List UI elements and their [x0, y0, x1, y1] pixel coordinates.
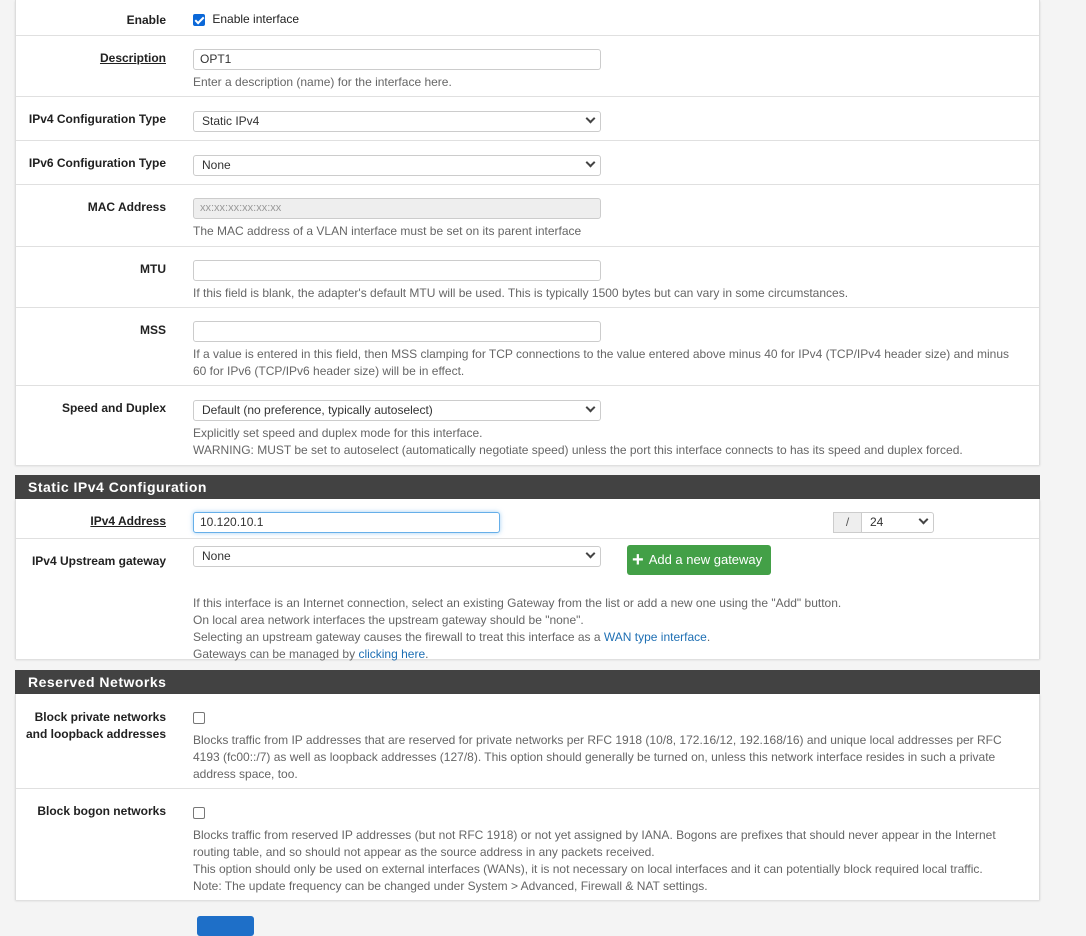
block-private-row: Block private networks and loopback addr…: [16, 694, 1039, 789]
static-ipv4-panel: IPv4 Address 10.120.10.1 / 24 IPv4 Upstr…: [15, 499, 1040, 661]
speed-duplex-value: Default (no preference, typically autose…: [202, 403, 433, 417]
block-private-checkbox[interactable]: [193, 711, 205, 724]
chevron-down-icon: [585, 548, 596, 559]
gateway-help-3: Selecting an upstream gateway causes the…: [193, 630, 711, 644]
block-bogon-checkbox[interactable]: [193, 806, 205, 819]
chevron-down-icon: [918, 514, 929, 525]
ipv4-address-input[interactable]: 10.120.10.1: [193, 512, 500, 533]
chevron-down-icon: [585, 402, 596, 413]
mtu-help: If this field is blank, the adapter's de…: [193, 286, 849, 300]
description-label: Description: [99, 51, 166, 65]
ipv4-type-select[interactable]: Static IPv4: [193, 111, 601, 132]
mac-help: The MAC address of a VLAN interface must…: [193, 224, 582, 238]
ipv4-type-value: Static IPv4: [202, 114, 260, 128]
block-bogon-help-1: Blocks traffic from reserved IP addresse…: [193, 828, 996, 859]
cidr-separator: /: [833, 512, 861, 533]
cidr-select[interactable]: 24: [861, 512, 934, 533]
ipv6-type-label: IPv6 Configuration Type: [28, 156, 166, 170]
ipv4-gateway-select[interactable]: None: [193, 546, 601, 567]
speed-duplex-warning: WARNING: MUST be set to autoselect (auto…: [193, 443, 963, 457]
ipv6-type-select[interactable]: None: [193, 155, 601, 176]
block-bogon-help-2: This option should only be used on exter…: [193, 862, 983, 876]
mss-row: MSS If a value is entered in this field,…: [16, 308, 1039, 386]
general-config-panel: Enable Enable interface Description OPT1…: [15, 0, 1040, 465]
speed-duplex-row: Speed and Duplex Default (no preference,…: [16, 386, 1039, 465]
speed-duplex-select[interactable]: Default (no preference, typically autose…: [193, 400, 601, 421]
ipv4-type-label: IPv4 Configuration Type: [28, 112, 166, 126]
mss-help: If a value is entered in this field, the…: [193, 347, 1009, 378]
ipv4-address-row: IPv4 Address 10.120.10.1 / 24: [16, 499, 1039, 539]
enable-row: Enable Enable interface: [16, 0, 1039, 36]
enable-interface-label: Enable interface: [212, 12, 300, 26]
block-bogon-row: Block bogon networks Blocks traffic from…: [16, 789, 1039, 900]
mac-row: MAC Address xx:xx:xx:xx:xx:xx The MAC ad…: [16, 185, 1039, 247]
static-ipv4-section-title: Static IPv4 Configuration: [15, 475, 1040, 499]
ipv4-type-row: IPv4 Configuration Type Static IPv4: [16, 97, 1039, 141]
block-private-label-2: and loopback addresses: [25, 727, 166, 741]
ipv4-gateway-row: IPv4 Upstream gateway None + Add a new g…: [16, 539, 1039, 661]
plus-icon: +: [632, 549, 644, 571]
block-private-label-1: Block private networks: [34, 710, 166, 724]
mss-label: MSS: [139, 323, 166, 337]
description-row: Description OPT1 Enter a description (na…: [16, 36, 1039, 97]
gateway-help-1: If this interface is an Internet connect…: [193, 596, 842, 610]
mtu-label: MTU: [140, 262, 166, 276]
save-button[interactable]: [197, 916, 254, 936]
manage-gateways-link[interactable]: clicking here: [358, 647, 425, 661]
mac-input[interactable]: xx:xx:xx:xx:xx:xx: [193, 198, 601, 219]
block-bogon-label: Block bogon networks: [37, 804, 166, 818]
description-input[interactable]: OPT1: [193, 49, 601, 70]
gateway-help-2: On local area network interfaces the ups…: [193, 613, 584, 627]
mtu-row: MTU If this field is blank, the adapter'…: [16, 247, 1039, 308]
chevron-down-icon: [585, 157, 596, 168]
add-gateway-button[interactable]: + Add a new gateway: [627, 545, 772, 575]
reserved-networks-section-title: Reserved Networks: [15, 670, 1040, 694]
block-private-help: Blocks traffic from IP addresses that ar…: [193, 733, 1002, 781]
ipv4-address-label: IPv4 Address: [90, 514, 166, 528]
description-help: Enter a description (name) for the inter…: [193, 75, 452, 89]
add-gateway-label: Add a new gateway: [648, 552, 763, 567]
mac-label: MAC Address: [87, 200, 166, 214]
ipv4-gateway-label: IPv4 Upstream gateway: [31, 554, 166, 568]
mtu-input[interactable]: [193, 260, 601, 281]
enable-label: Enable: [126, 13, 166, 27]
speed-duplex-help: Explicitly set speed and duplex mode for…: [193, 426, 483, 440]
enable-interface-checkbox[interactable]: [193, 13, 205, 26]
ipv6-type-value: None: [202, 158, 231, 172]
wan-type-interface-link[interactable]: WAN type interface: [604, 630, 707, 644]
mss-input[interactable]: [193, 321, 601, 342]
ipv4-gateway-value: None: [202, 549, 231, 563]
ipv6-type-row: IPv6 Configuration Type None: [16, 141, 1039, 185]
reserved-networks-panel: Block private networks and loopback addr…: [15, 694, 1040, 900]
gateway-help-4: Gateways can be managed by clicking here…: [193, 647, 429, 661]
chevron-down-icon: [585, 113, 596, 124]
speed-duplex-label: Speed and Duplex: [61, 401, 166, 415]
block-bogon-help-3: Note: The update frequency can be change…: [193, 879, 708, 893]
cidr-value: 24: [870, 515, 884, 529]
